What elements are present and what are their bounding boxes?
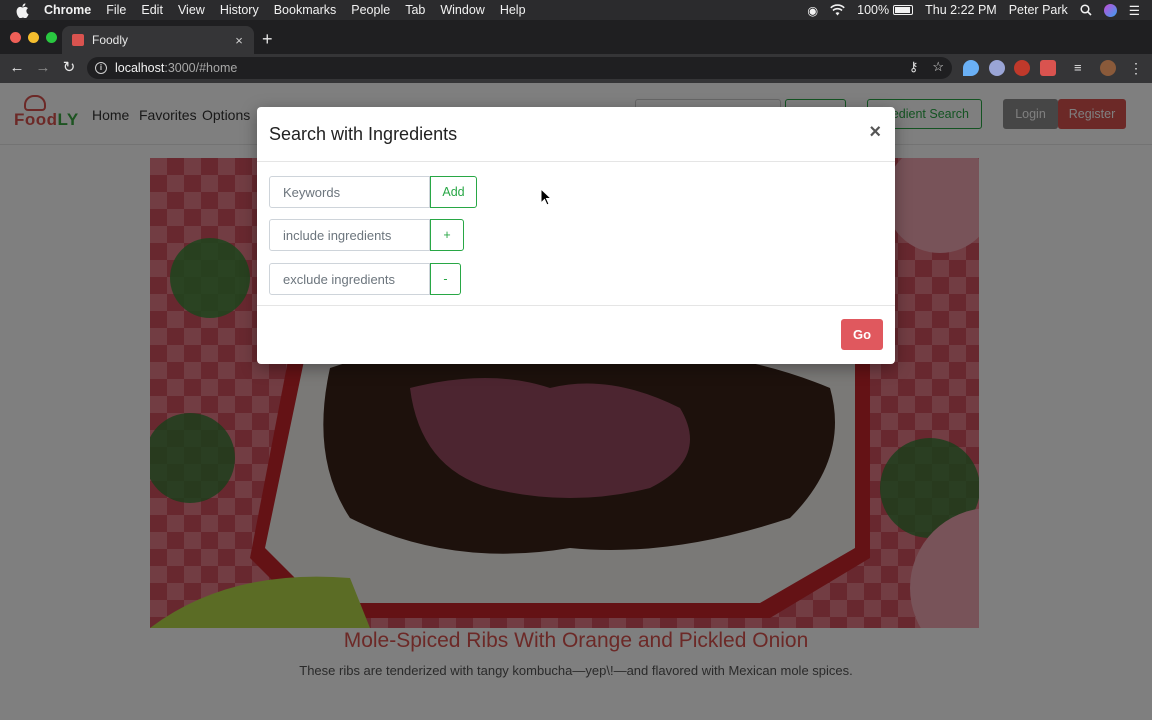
wifi-icon[interactable] bbox=[830, 4, 845, 16]
reload-icon[interactable]: ↻ bbox=[61, 60, 77, 76]
tab-close-icon[interactable]: × bbox=[230, 33, 248, 48]
apple-icon[interactable] bbox=[14, 2, 30, 18]
extension-globe-icon[interactable] bbox=[989, 60, 1005, 76]
address-bar[interactable]: i localhost:3000/#home ⚷ ☆ bbox=[87, 57, 952, 79]
modal-body: Add + - bbox=[257, 162, 895, 306]
menu-help[interactable]: Help bbox=[500, 3, 526, 17]
menubar-status-area: ◉ 100% Thu 2:22 PM Peter Park ☰ bbox=[807, 0, 1152, 20]
go-button[interactable]: Go bbox=[841, 319, 883, 350]
window-zoom-button[interactable] bbox=[46, 32, 57, 43]
battery-percent: 100% bbox=[857, 3, 890, 17]
extension-foodly-icon[interactable] bbox=[1040, 60, 1056, 76]
bookmark-star-icon[interactable]: ☆ bbox=[932, 59, 944, 75]
browser-tab[interactable]: Foodly × bbox=[62, 26, 254, 54]
url-host: localhost bbox=[115, 61, 165, 75]
clock[interactable]: Thu 2:22 PM bbox=[925, 3, 997, 17]
new-tab-button[interactable]: + bbox=[262, 30, 273, 48]
add-exclude-button[interactable]: - bbox=[430, 263, 461, 295]
add-include-button[interactable]: + bbox=[430, 219, 464, 251]
exclude-row: - bbox=[269, 263, 461, 295]
window-close-button[interactable] bbox=[10, 32, 21, 43]
macos-menubar: Chrome File Edit View History Bookmarks … bbox=[0, 0, 1152, 20]
menu-file[interactable]: File bbox=[106, 3, 126, 17]
notification-center-icon[interactable]: ☰ bbox=[1129, 3, 1140, 18]
battery-status[interactable]: 100% bbox=[857, 3, 914, 17]
close-icon[interactable]: × bbox=[869, 121, 881, 144]
menu-bookmarks[interactable]: Bookmarks bbox=[274, 3, 337, 17]
menu-tab[interactable]: Tab bbox=[405, 3, 425, 17]
chrome-menu-icon[interactable]: ⋮ bbox=[1128, 60, 1144, 76]
foodly-favicon bbox=[72, 34, 84, 46]
tab-title: Foodly bbox=[92, 33, 129, 47]
back-arrow-icon[interactable]: ← bbox=[9, 60, 25, 76]
spotlight-icon[interactable] bbox=[1080, 4, 1092, 16]
ingredient-search-modal: Search with Ingredients × Add + - Go bbox=[257, 107, 895, 364]
window-minimize-button[interactable] bbox=[28, 32, 39, 43]
user-name[interactable]: Peter Park bbox=[1009, 3, 1068, 17]
keywords-input[interactable] bbox=[269, 176, 430, 208]
include-row: + bbox=[269, 219, 464, 251]
modal-title: Search with Ingredients bbox=[269, 124, 458, 144]
record-icon[interactable]: ◉ bbox=[807, 3, 818, 18]
menu-edit[interactable]: Edit bbox=[141, 3, 163, 17]
exclude-ingredients-input[interactable] bbox=[269, 263, 430, 295]
modal-footer: Go bbox=[257, 306, 895, 363]
mouse-cursor-icon bbox=[540, 188, 552, 206]
menu-app-name[interactable]: Chrome bbox=[44, 3, 91, 17]
siri-icon[interactable] bbox=[1103, 3, 1117, 17]
include-ingredients-input[interactable] bbox=[269, 219, 430, 251]
media-queue-icon[interactable]: ≡ bbox=[1074, 60, 1090, 76]
menu-history[interactable]: History bbox=[220, 3, 259, 17]
extension-ublock-icon[interactable] bbox=[1014, 60, 1030, 76]
menu-people[interactable]: People bbox=[351, 3, 390, 17]
key-icon[interactable]: ⚷ bbox=[909, 59, 919, 75]
menu-window[interactable]: Window bbox=[440, 3, 484, 17]
forward-arrow-icon[interactable]: → bbox=[35, 60, 51, 76]
battery-icon bbox=[893, 5, 914, 15]
add-keyword-button[interactable]: Add bbox=[430, 176, 477, 208]
extension-shield-icon[interactable] bbox=[963, 60, 979, 76]
keywords-row: Add bbox=[269, 176, 477, 208]
profile-avatar[interactable] bbox=[1100, 60, 1116, 76]
modal-header: Search with Ingredients × bbox=[257, 107, 895, 162]
site-info-icon[interactable]: i bbox=[95, 62, 107, 74]
url-path: :3000/#home bbox=[164, 61, 238, 75]
menu-view[interactable]: View bbox=[178, 3, 205, 17]
